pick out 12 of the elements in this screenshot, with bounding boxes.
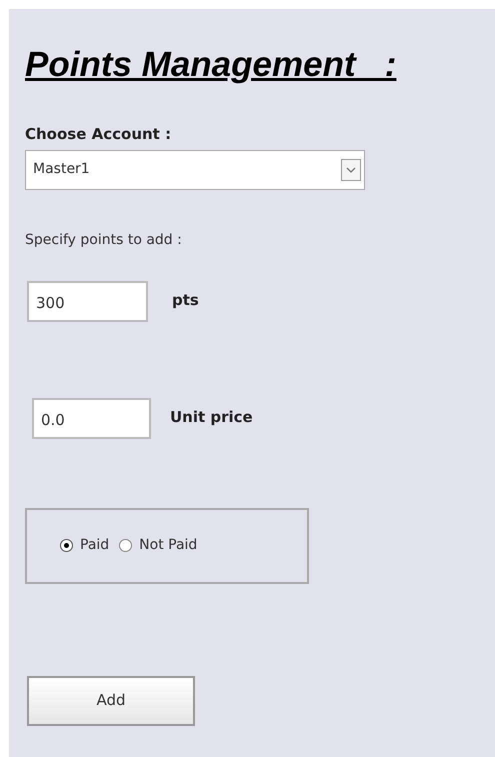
points-field[interactable]: 300 xyxy=(27,280,148,322)
unit-price-label: Unit price xyxy=(170,406,253,428)
payment-radio[interactable]: Not Paid xyxy=(119,535,198,556)
account-label: Choose Account : xyxy=(25,124,172,145)
add-button[interactable]: Add xyxy=(27,676,195,726)
chevron-down-icon xyxy=(346,166,356,172)
page-title: Points Management : xyxy=(25,45,396,85)
points-label: Specify points to add : xyxy=(25,230,182,250)
points-unit: pts xyxy=(172,290,199,310)
account-select[interactable]: Master1 xyxy=(25,150,365,190)
unit-price-field[interactable]: 0.0 xyxy=(32,398,151,438)
payment-radio[interactable]: Paid xyxy=(60,535,110,556)
